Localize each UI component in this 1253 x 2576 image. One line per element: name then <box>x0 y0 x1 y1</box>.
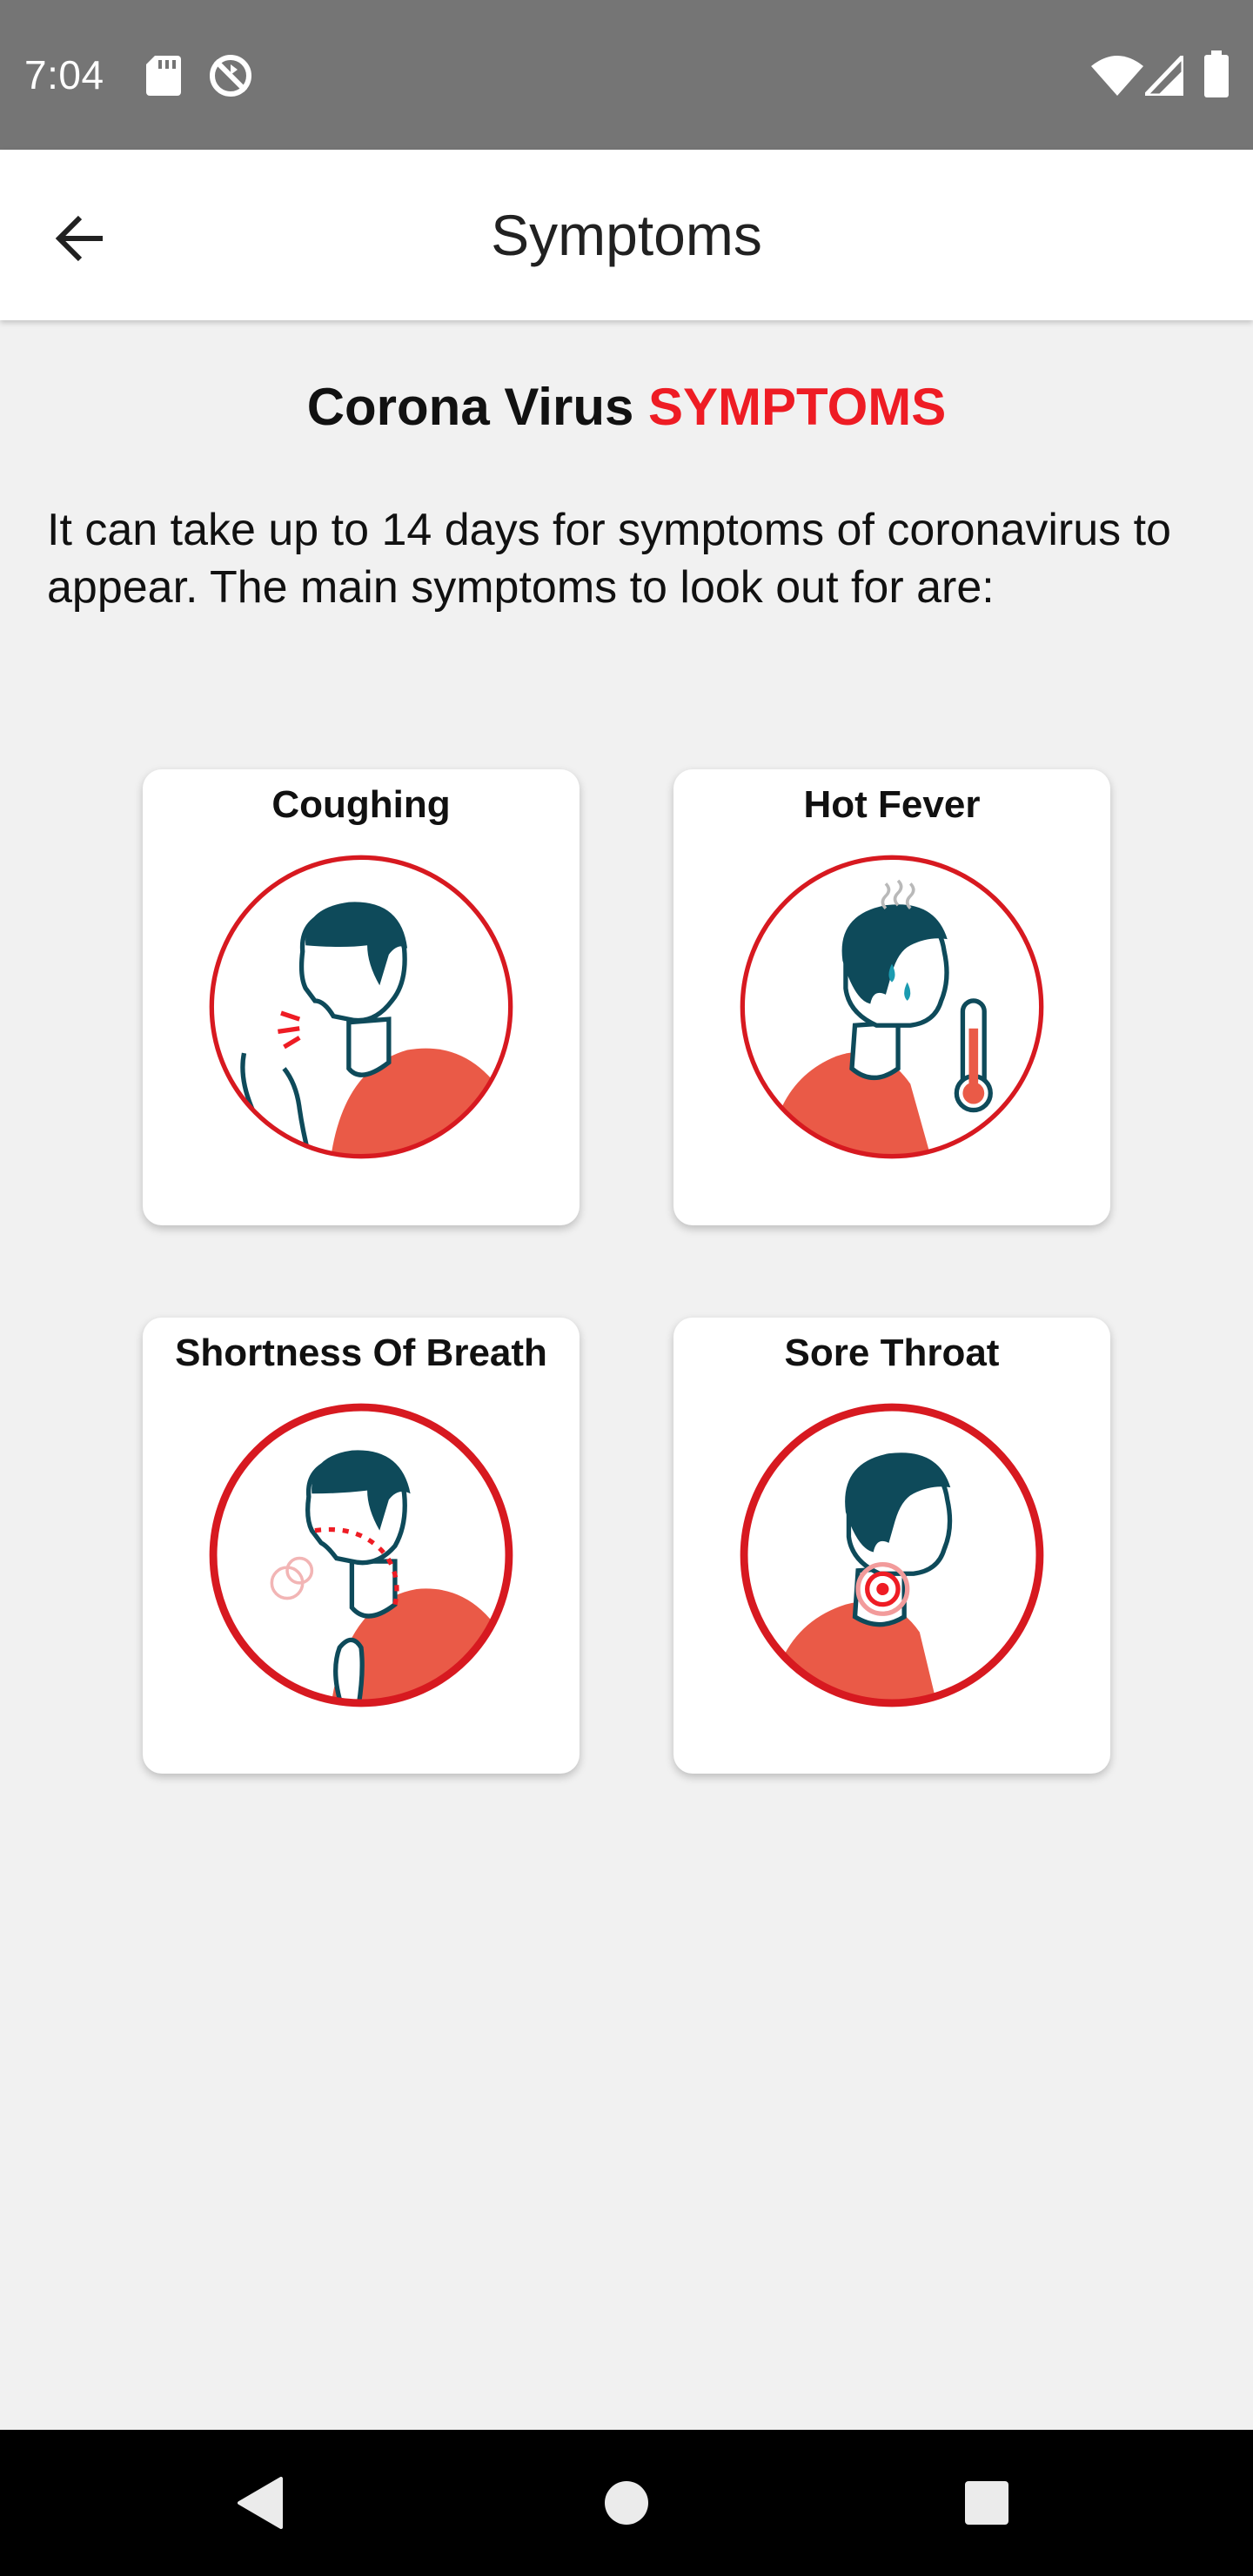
system-nav-bar <box>0 2430 1253 2576</box>
fever-icon <box>740 855 1044 1159</box>
no-sync-icon <box>210 55 251 97</box>
status-time: 7:04 <box>24 52 104 97</box>
symptom-card-shortness-of-breath: Shortness Of Breath <box>143 1318 580 1774</box>
symptoms-heading: Corona Virus SYMPTOMS <box>0 372 1253 442</box>
symptom-card-hot-fever: Hot Fever <box>673 769 1110 1225</box>
symptom-card-coughing: Coughing <box>143 769 580 1225</box>
home-circle-icon <box>605 2481 648 2525</box>
heading-prefix: Corona Virus <box>306 378 634 436</box>
back-button[interactable] <box>35 193 125 284</box>
back-triangle-icon <box>238 2477 283 2529</box>
symptom-card-title: Hot Fever <box>803 783 981 826</box>
symptom-card-sore-throat: Sore Throat <box>673 1318 1110 1774</box>
recents-square-icon <box>965 2481 1008 2525</box>
page-title: Symptoms <box>491 203 762 267</box>
battery-icon <box>1204 50 1229 97</box>
status-bar: 7:04 <box>0 0 1253 150</box>
coughing-icon <box>209 855 513 1159</box>
nav-recents-button[interactable] <box>950 2466 1023 2539</box>
heading-accent: SYMPTOMS <box>648 378 947 436</box>
symptom-card-title: Shortness Of Breath <box>175 1332 547 1374</box>
app-bar: Symptoms <box>0 150 1253 320</box>
nav-back-button[interactable] <box>223 2466 296 2539</box>
sd-card-icon <box>146 56 181 96</box>
sore-throat-icon <box>740 1403 1044 1707</box>
wifi-icon <box>1091 56 1143 96</box>
shortness-of-breath-icon <box>209 1403 513 1707</box>
symptom-card-title: Sore Throat <box>784 1332 1000 1374</box>
arrow-back-icon <box>55 215 103 262</box>
intro-text: It can take up to 14 days for symptoms o… <box>47 505 1171 613</box>
symptom-card-title: Coughing <box>271 783 451 826</box>
nav-home-button[interactable] <box>590 2466 663 2539</box>
signal-icon <box>1145 56 1183 96</box>
